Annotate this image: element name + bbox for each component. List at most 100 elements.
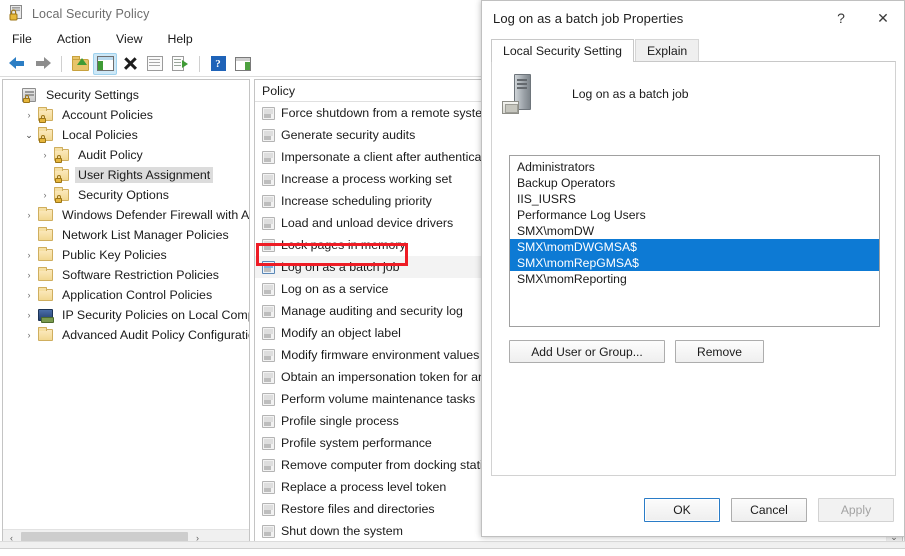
policy-name: Obtain an impersonation token for anothe… <box>281 370 482 384</box>
policy-name: Generate security audits <box>281 128 416 142</box>
help-icon[interactable]: ? <box>820 1 862 35</box>
tree-item[interactable]: › Public Key Policies <box>3 245 249 265</box>
properties-icon[interactable] <box>143 53 167 75</box>
tree-item[interactable]: Network List Manager Policies <box>3 225 249 245</box>
member-list-item[interactable]: SMX\momDW <box>510 223 879 239</box>
column-header-policy[interactable]: Policy <box>255 80 482 102</box>
tree-item[interactable]: Security Settings <box>3 85 249 105</box>
tab-explain[interactable]: Explain <box>634 39 700 62</box>
member-list-item[interactable]: Administrators <box>510 159 879 175</box>
member-list-item[interactable]: Performance Log Users <box>510 207 879 223</box>
policy-name: Increase a process working set <box>281 172 452 186</box>
chevron-right-icon[interactable]: › <box>21 330 37 340</box>
folder-icon <box>37 247 55 263</box>
locked-folder-icon <box>53 147 71 163</box>
tree-item[interactable]: › Audit Policy <box>3 145 249 165</box>
policy-header: Log on as a batch job <box>502 71 689 117</box>
tree-item[interactable]: › Advanced Audit Policy Configuration <box>3 325 249 345</box>
console-tree-pane: Security Settings › Account Policies ⌄ Local… <box>2 79 250 547</box>
policy-icon <box>262 414 275 428</box>
member-name: SMX\momRepGMSA$ <box>517 256 639 270</box>
tree-item-label: Public Key Policies <box>62 248 167 262</box>
member-name: SMX\momDWGMSA$ <box>517 240 637 254</box>
security-policy-icon <box>8 5 25 22</box>
chevron-right-icon[interactable]: › <box>37 150 53 160</box>
forward-arrow-icon[interactable] <box>30 53 54 75</box>
up-one-level-folder-icon[interactable] <box>68 53 92 75</box>
policy-name: Modify an object label <box>281 326 401 340</box>
policy-name: Impersonate a client after authenticatio… <box>281 150 482 164</box>
chevron-right-icon[interactable]: › <box>21 270 37 280</box>
members-listbox[interactable]: Administrators Backup Operators IIS_IUSRS P… <box>509 155 880 327</box>
show-hide-console-tree-icon[interactable] <box>93 52 117 75</box>
delete-x-icon[interactable] <box>118 53 142 75</box>
tree-item-label: Account Policies <box>62 108 153 122</box>
tree-item[interactable]: › Windows Defender Firewall with Advan <box>3 205 249 225</box>
policy-icon <box>262 216 275 230</box>
dialog-titlebar: Log on as a batch job Properties ? ✕ <box>482 1 904 35</box>
chevron-right-icon[interactable]: › <box>21 210 37 220</box>
tree-item[interactable]: ⌄ Local Policies <box>3 125 249 145</box>
back-arrow-icon[interactable] <box>5 53 29 75</box>
policy-cell: Profile system performance <box>255 436 482 450</box>
tree-item-label: Security Options <box>78 188 169 202</box>
menu-help[interactable]: Help <box>165 30 203 48</box>
chevron-right-icon[interactable]: › <box>21 310 37 320</box>
policy-name: Shut down the system <box>281 524 403 538</box>
policy-cell: Lock pages in memory <box>255 238 482 252</box>
chevron-down-icon[interactable]: ⌄ <box>21 130 37 141</box>
member-list-item[interactable]: Backup Operators <box>510 175 879 191</box>
tab-local-security-setting[interactable]: Local Security Setting <box>491 39 634 62</box>
new-window-icon[interactable] <box>231 53 255 75</box>
policy-cell: Perform volume maintenance tasks <box>255 392 482 406</box>
console-tree: Security Settings › Account Policies ⌄ Local… <box>3 80 249 523</box>
remove-button[interactable]: Remove <box>675 340 764 363</box>
tree-item[interactable]: › Software Restriction Policies <box>3 265 249 285</box>
policy-icon <box>262 392 275 406</box>
add-user-or-group-button[interactable]: Add User or Group... <box>509 340 665 363</box>
chevron-right-icon[interactable]: › <box>21 290 37 300</box>
cancel-button[interactable]: Cancel <box>731 497 807 522</box>
member-list-item[interactable]: SMX\momDWGMSA$ <box>510 239 879 255</box>
policy-name: Restore files and directories <box>281 502 435 516</box>
policy-cell: Manage auditing and security log <box>255 304 482 318</box>
policy-icon <box>262 304 275 318</box>
window-title: Local Security Policy <box>32 6 150 21</box>
menu-file[interactable]: File <box>10 30 43 48</box>
tree-item[interactable]: › IP Security Policies on Local Computer <box>3 305 249 325</box>
policy-icon <box>262 370 275 384</box>
menu-action[interactable]: Action <box>55 30 102 48</box>
policy-name: Replace a process level token <box>281 480 447 494</box>
policy-icon <box>262 524 275 538</box>
policy-icon <box>262 348 275 362</box>
member-list-item[interactable]: SMX\momReporting <box>510 271 879 287</box>
policy-icon <box>262 480 275 494</box>
chevron-right-icon[interactable]: › <box>21 250 37 260</box>
close-icon[interactable]: ✕ <box>862 1 904 35</box>
member-name: SMX\momDW <box>517 224 595 238</box>
policy-cell: Shut down the system <box>255 524 482 538</box>
member-list-item[interactable]: IIS_IUSRS <box>510 191 879 207</box>
policy-cell: Log on as a batch job <box>255 260 482 274</box>
member-actions: Add User or Group... Remove <box>509 340 764 363</box>
chevron-right-icon[interactable]: › <box>21 110 37 120</box>
member-list-item[interactable]: SMX\momRepGMSA$ <box>510 255 879 271</box>
chevron-right-icon[interactable]: › <box>37 190 53 200</box>
tree-item[interactable]: › Account Policies <box>3 105 249 125</box>
help-question-icon[interactable]: ? <box>206 53 230 75</box>
policy-name: Lock pages in memory <box>281 238 406 252</box>
ok-button[interactable]: OK <box>644 497 720 522</box>
tree-item[interactable]: User Rights Assignment <box>3 165 249 185</box>
policy-cell: Remove computer from docking station <box>255 458 482 472</box>
policy-cell: Generate security audits <box>255 128 482 142</box>
policy-icon <box>262 436 275 450</box>
menu-view[interactable]: View <box>114 30 153 48</box>
policy-icon <box>262 172 275 186</box>
tree-item[interactable]: › Application Control Policies <box>3 285 249 305</box>
policy-name: Profile system performance <box>281 436 432 450</box>
tree-item-label: IP Security Policies on Local Computer <box>62 308 249 322</box>
tree-item[interactable]: › Security Options <box>3 185 249 205</box>
member-name: SMX\momReporting <box>517 272 627 286</box>
export-list-icon[interactable] <box>168 53 192 75</box>
folder-icon <box>37 227 55 243</box>
